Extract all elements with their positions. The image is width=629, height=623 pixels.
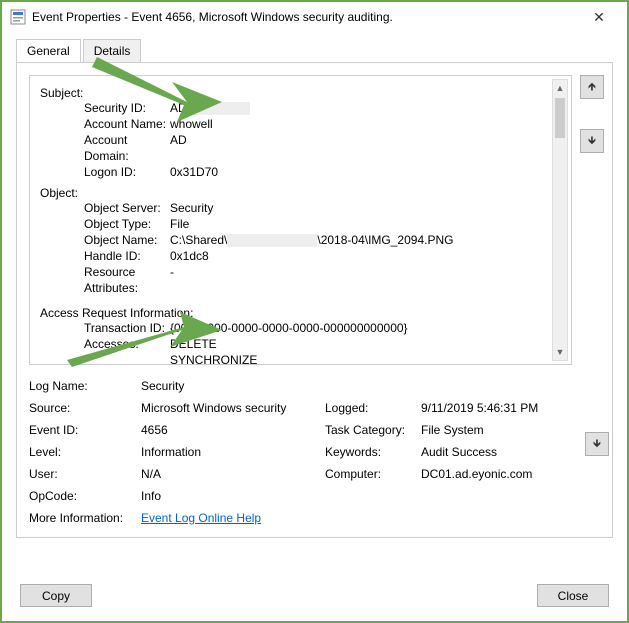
resource-attributes-value: - [170, 264, 561, 296]
nav-down-button[interactable]: 🡻 [580, 129, 604, 153]
logged-label: Logged: [325, 401, 417, 415]
description-scrollbar[interactable]: ▲ ▼ [552, 79, 568, 361]
log-name-label: Log Name: [29, 379, 137, 393]
access-request-header: Access Request Information: [40, 306, 561, 320]
transaction-id-label: Transaction ID: [40, 320, 170, 336]
account-domain-label: Account Domain: [40, 132, 170, 164]
level-label: Level: [29, 445, 137, 459]
tab-general[interactable]: General [16, 39, 81, 63]
subject-header: Subject: [40, 86, 561, 100]
source-value: Microsoft Windows security [141, 401, 321, 415]
user-value: N/A [141, 467, 321, 481]
scroll-thumb[interactable] [555, 98, 565, 138]
accesses-value-1: DELETE [170, 336, 561, 352]
source-label: Source: [29, 401, 137, 415]
transaction-id-value: {00000000-0000-0000-0000-000000000000} [170, 320, 561, 336]
logon-id-label: Logon ID: [40, 164, 170, 180]
object-header: Object: [40, 186, 561, 200]
arrow-up-icon: 🡹 [588, 78, 596, 97]
resource-attributes-label: Resource Attributes: [40, 264, 170, 296]
log-name-value: Security [141, 379, 572, 393]
account-name-label: Account Name: [40, 116, 170, 132]
level-value: Information [141, 445, 321, 459]
handle-id-label: Handle ID: [40, 248, 170, 264]
task-category-label: Task Category: [325, 423, 417, 437]
event-info-grid: Log Name: Security Source: Microsoft Win… [29, 379, 572, 525]
app-icon [10, 9, 26, 25]
task-category-value: File System [421, 423, 572, 437]
redacted-text [190, 102, 250, 115]
event-log-online-help-link[interactable]: Event Log Online Help [141, 511, 261, 525]
object-server-label: Object Server: [40, 200, 170, 216]
titlebar: Event Properties - Event 4656, Microsoft… [2, 2, 627, 32]
scroll-down-icon: ▼ [553, 344, 567, 360]
computer-value: DC01.ad.eyonic.com [421, 467, 572, 481]
logged-value: 9/11/2019 5:46:31 PM [421, 401, 572, 415]
nav-down-button-2[interactable]: 🡻 [585, 432, 609, 456]
dialog-button-row: Copy Close [2, 574, 627, 621]
user-label: User: [29, 467, 137, 481]
arrow-down-icon: 🡻 [588, 132, 596, 151]
keywords-value: Audit Success [421, 445, 572, 459]
accesses-value-2: SYNCHRONIZE [170, 352, 561, 365]
nav-up-button[interactable]: 🡹 [580, 75, 604, 99]
scroll-up-icon: ▲ [553, 80, 567, 96]
account-name-value: whowell [170, 116, 561, 132]
object-type-label: Object Type: [40, 216, 170, 232]
object-server-value: Security [170, 200, 561, 216]
redacted-text [227, 234, 317, 247]
object-type-value: File [170, 216, 561, 232]
close-icon: ✕ [593, 9, 605, 26]
tab-panel-general: 🡹 🡻 ▲ ▼ Subject: Security ID:AD\ Account… [16, 62, 613, 538]
opcode-label: OpCode: [29, 489, 137, 503]
more-information-label: More Information: [29, 511, 137, 525]
window-title: Event Properties - Event 4656, Microsoft… [32, 10, 579, 24]
event-id-value: 4656 [141, 423, 321, 437]
computer-label: Computer: [325, 467, 417, 481]
object-name-value: C:\Shared\\2018-04\IMG_2094.PNG [170, 232, 561, 248]
copy-button[interactable]: Copy [20, 584, 92, 607]
arrow-down-icon: 🡻 [593, 435, 601, 454]
tab-strip: General Details [16, 39, 613, 63]
object-name-label: Object Name: [40, 232, 170, 248]
close-button[interactable]: Close [537, 584, 609, 607]
security-id-label: Security ID: [40, 100, 170, 116]
event-id-label: Event ID: [29, 423, 137, 437]
logon-id-value: 0x31D70 [170, 164, 561, 180]
keywords-label: Keywords: [325, 445, 417, 459]
handle-id-value: 0x1dc8 [170, 248, 561, 264]
tab-details[interactable]: Details [83, 39, 142, 63]
account-domain-value: AD [170, 132, 561, 164]
window-close-button[interactable]: ✕ [579, 2, 619, 32]
opcode-value: Info [141, 489, 572, 503]
accesses-label: Accesses: [40, 336, 170, 352]
security-id-value: AD\ [170, 100, 561, 116]
event-description-box: ▲ ▼ Subject: Security ID:AD\ Account Nam… [29, 75, 572, 365]
